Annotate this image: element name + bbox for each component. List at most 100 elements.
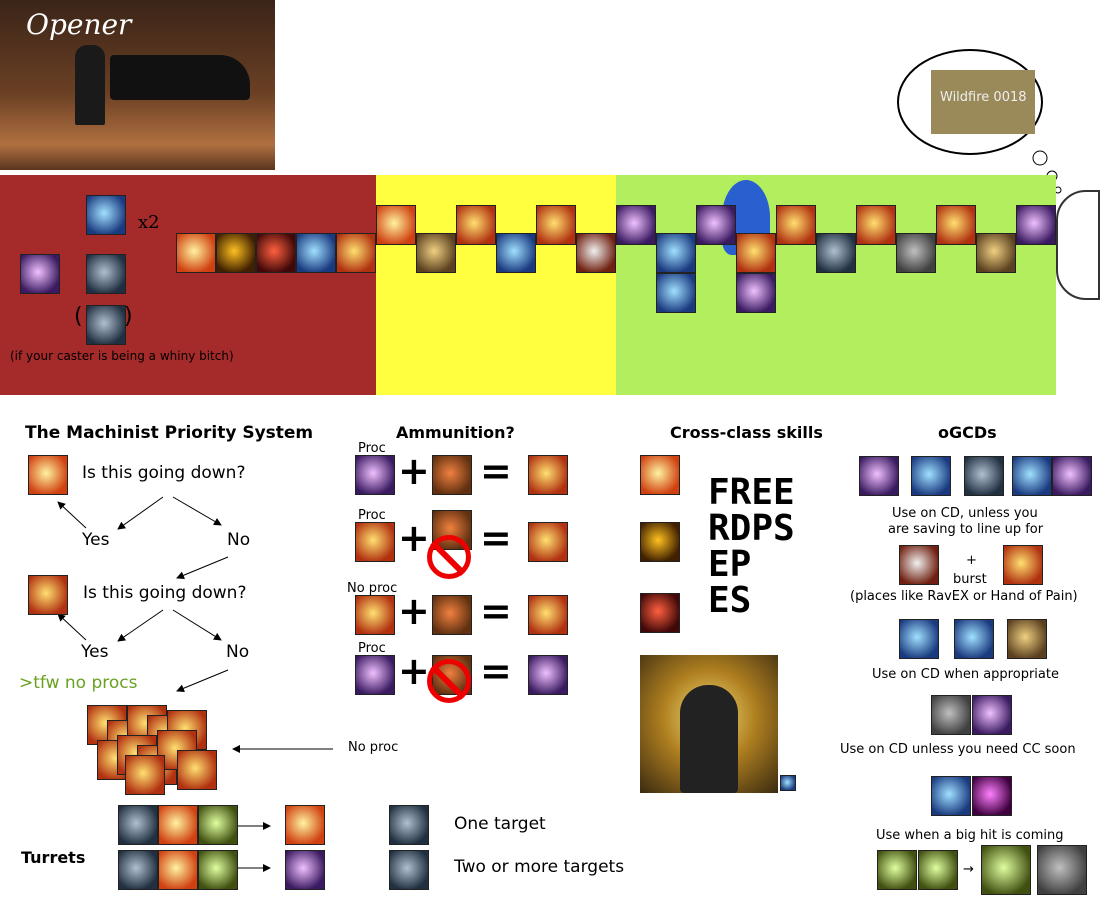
ammo-row-label: Proc (358, 441, 386, 456)
turret-aoe-icon (285, 850, 325, 890)
ogcd-burst: burst (953, 572, 987, 587)
quick-reload-icon (1052, 456, 1092, 496)
boss-icon (1037, 845, 1087, 895)
blood-for-blood-icon (640, 593, 680, 633)
heat-shot-icon (1007, 619, 1047, 659)
rook-autoturret-icon (389, 805, 429, 845)
reassemble-icon (1003, 545, 1043, 585)
hot-shot-icon (376, 205, 416, 245)
split-shot-icon (336, 233, 376, 273)
turret-blast-icon (158, 805, 198, 845)
ammunition-icon (432, 455, 472, 495)
split-shot-icon (355, 595, 395, 635)
barrel-stabilizer-icon (899, 545, 939, 585)
bishop-autoturret-icon (118, 850, 158, 890)
clean-shot-icon (936, 205, 976, 245)
split-shot-icon (776, 205, 816, 245)
split-shot-icon (456, 205, 496, 245)
rapid-fire-icon (1012, 456, 1052, 496)
slug-shot-icon (856, 205, 896, 245)
bishop-autoturret-icon (389, 850, 429, 890)
ricochet-icon (911, 456, 951, 496)
enhanced-split-shot-icon (528, 595, 568, 635)
turret-blast-icon (158, 850, 198, 890)
head-graze-icon (896, 233, 936, 273)
gauss-round-icon (859, 456, 899, 496)
quick-nock-icon (296, 233, 336, 273)
two-targets-label: Two or more targets (454, 857, 625, 877)
reload-icon (954, 619, 994, 659)
one-target-label: One target (454, 814, 546, 834)
wildfire-icon (964, 456, 1004, 496)
second-wind-icon (931, 776, 971, 816)
plus-sign: + (398, 649, 430, 693)
clean-shot-icon (616, 205, 656, 245)
reassemble-icon (736, 233, 776, 273)
equals-sign: = (480, 649, 512, 693)
no-ammo-icon (427, 659, 471, 703)
reload-icon (496, 233, 536, 273)
reload-icon (86, 195, 126, 235)
foot-graze-icon (877, 850, 917, 890)
ogcd-note-4: Use when a big hit is coming (876, 828, 1064, 843)
rook-autoturret-icon (118, 805, 158, 845)
potion-icon (416, 233, 456, 273)
clean-shot-icon (528, 655, 568, 695)
split-shot-icon (177, 750, 217, 790)
hot-shot-icon (28, 455, 68, 495)
equals-sign: = (480, 449, 512, 493)
no-ammo-icon (427, 535, 471, 579)
lead-shot-icon (696, 205, 736, 245)
plus-sign: + (398, 589, 430, 633)
cross-class-title: Cross-class skills (670, 423, 823, 442)
arrow-icon: → (963, 862, 974, 877)
invigorate-icon (972, 776, 1012, 816)
blood-for-blood-icon (256, 233, 296, 273)
rapid-fire-icon (656, 273, 696, 313)
equals-sign: = (480, 516, 512, 560)
enhanced-clean-shot-icon (528, 522, 568, 562)
rook-turret-icon (20, 254, 60, 294)
turret-attack-icon (285, 805, 325, 845)
turret-heal-icon (198, 850, 238, 890)
turret-heal-icon (198, 805, 238, 845)
quick-reload-icon (816, 233, 856, 273)
plus-sign: + (398, 449, 430, 493)
hawks-eye-icon (640, 455, 680, 495)
clean-shot-proc-icon (355, 655, 395, 695)
turrets-title: Turrets (21, 848, 86, 867)
enhanced-slug-shot-icon (528, 455, 568, 495)
gauss-barrel-icon (656, 233, 696, 273)
equals-sign: = (480, 589, 512, 633)
barrel-stabilizer-icon (576, 233, 616, 273)
boss-hit-icon (981, 845, 1031, 895)
ogcd-plus: + (966, 553, 977, 568)
ravens-eye-icon (640, 522, 680, 562)
split-shot-proc-icon (355, 522, 395, 562)
head-graze-icon (931, 695, 971, 735)
ninja-figure (680, 685, 738, 793)
hawks-eye-icon (176, 233, 216, 273)
leg-graze-icon (972, 695, 1012, 735)
ammunition-title: Ammunition? (396, 423, 515, 442)
plus-sign: + (398, 516, 430, 560)
ammo-row-label: Proc (358, 508, 386, 523)
ogcds-title: oGCDs (938, 423, 997, 442)
split-shot-icon (125, 755, 165, 795)
ogcd-places: (places like RavEX or Hand of Pain) (850, 589, 1078, 604)
ogcd-note-2: Use on CD when appropriate (872, 667, 1059, 682)
wildfire-icon (976, 233, 1016, 273)
blank-icon (736, 273, 776, 313)
ogcd-note-3: Use on CD unless you need CC soon (840, 742, 1076, 757)
free-rdps-letters: FREE RDPS EP ES (708, 472, 795, 621)
slug-shot-proc-icon (355, 455, 395, 495)
gauss-barrel-icon (899, 619, 939, 659)
ammo-row-label: No proc (347, 581, 398, 596)
lead-shot-icon (28, 575, 68, 615)
leg-graze-icon (918, 850, 958, 890)
ravens-eye-icon (216, 233, 256, 273)
gauss-round-icon (1016, 205, 1056, 245)
ammunition-icon (432, 595, 472, 635)
rook-autoturret-icon (86, 254, 126, 294)
lenny-ninja-image (640, 655, 778, 793)
